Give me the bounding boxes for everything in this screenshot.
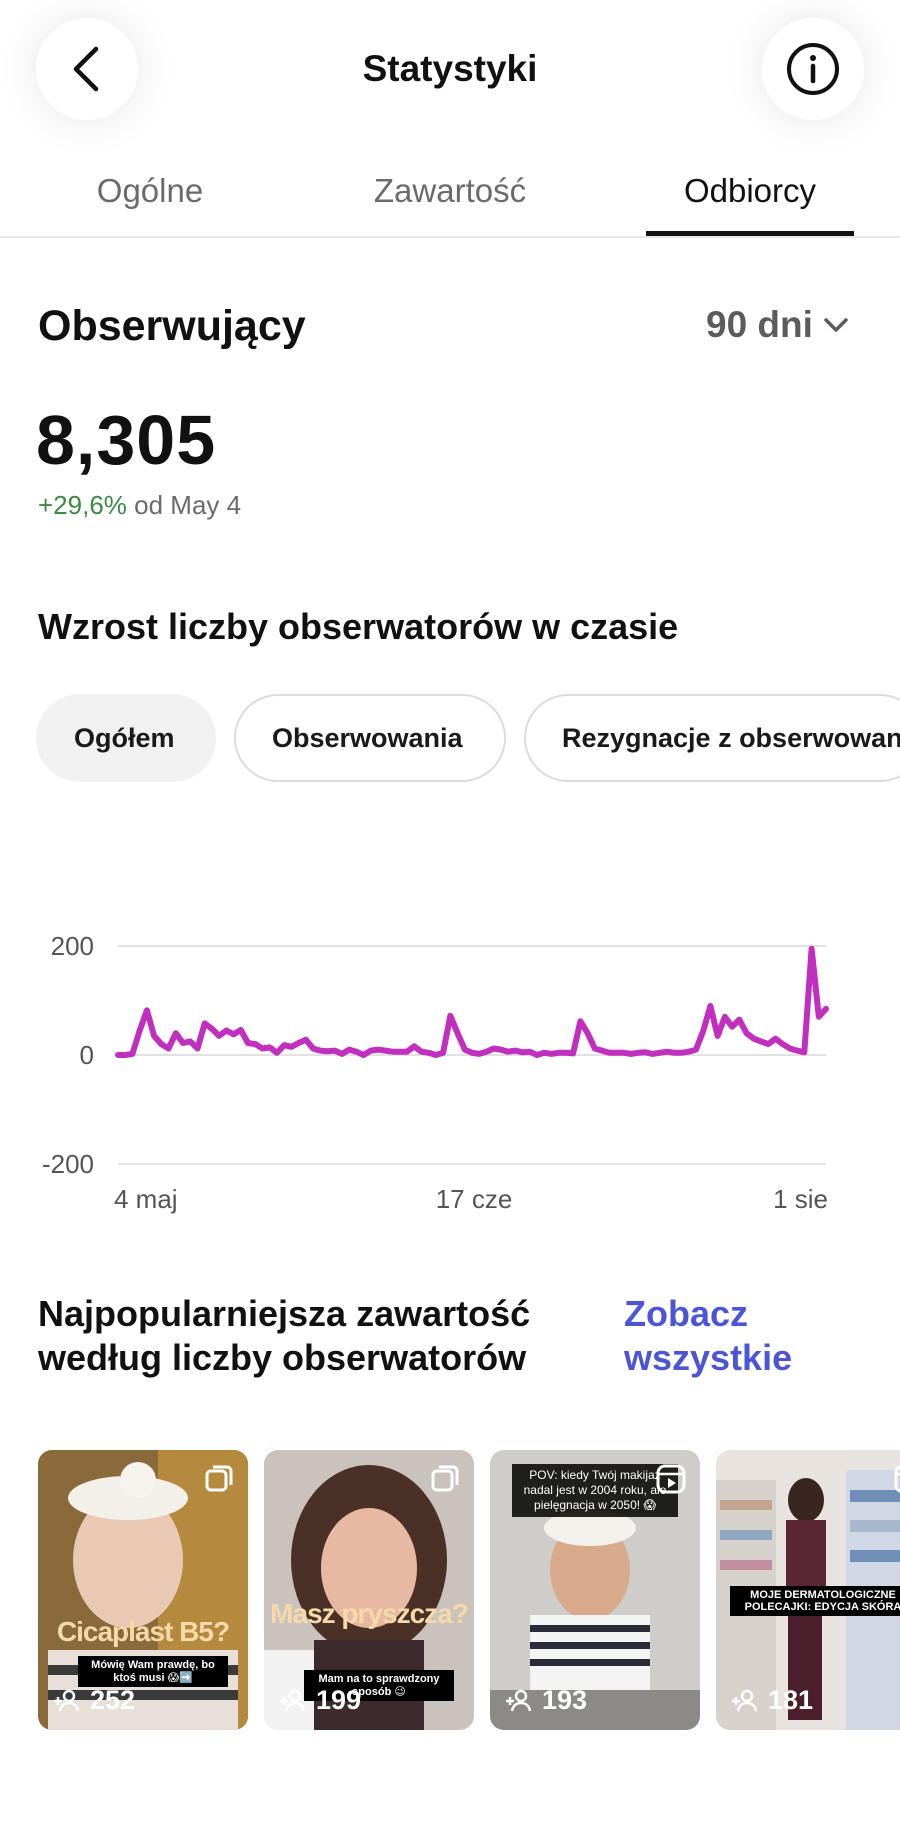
header: Statystyki	[0, 0, 900, 140]
tab-audience[interactable]: Odbiorcy	[630, 172, 870, 210]
filter-chips: Ogółem Obserwowania Rezygnacje z obserwo…	[36, 694, 900, 784]
top-content-list: Cicaplast B5? Mówię Wam prawdę, bo ktoś …	[38, 1450, 900, 1732]
x-tick-label: 1 sie	[773, 1184, 828, 1214]
followers-delta: +29,6% od May 4	[38, 490, 241, 521]
delta-since: od May 4	[134, 490, 242, 520]
follower-count: 181	[730, 1685, 813, 1716]
follower-count-value: 199	[316, 1685, 362, 1715]
y-tick-label: -200	[42, 1149, 94, 1179]
thumbnail-caption: MOJE DERMATOLOGICZNE POLECAJKI: EDYCJA S…	[730, 1586, 900, 1616]
follower-count: 193	[504, 1685, 587, 1716]
range-dropdown[interactable]: 90 dni	[706, 304, 849, 346]
followers-count: 8,305	[36, 401, 217, 479]
thumbnail-caption: POV: kiedy Twój makijaż nadal jest w 200…	[512, 1464, 678, 1517]
tab-content[interactable]: Zawartość	[330, 172, 570, 210]
x-tick-label: 4 maj	[114, 1184, 178, 1214]
chip-follows[interactable]: Obserwowania	[234, 694, 506, 782]
delta-percent: +29,6%	[38, 490, 127, 520]
content-thumbnail[interactable]: Cicaplast B5? Mówię Wam prawdę, bo ktoś …	[38, 1450, 248, 1730]
follower-count: 252	[52, 1685, 135, 1716]
thumbnail-caption: Mówię Wam prawdę, bo ktoś musi 😱➡️	[78, 1656, 228, 1687]
content-thumbnail[interactable]: Masz pryszcza? Mam na to sprawdzony spos…	[264, 1450, 474, 1730]
x-tick-label: 17 cze	[436, 1184, 513, 1214]
top-content-title: Najpopularniejsza zawartość według liczb…	[38, 1293, 531, 1378]
follower-count-value: 193	[542, 1685, 588, 1715]
growth-title: Wzrost liczby obserwatorów w czasie	[38, 606, 679, 647]
series-line	[115, 945, 829, 1058]
y-tick-label: 200	[51, 931, 94, 961]
carousel-icon	[205, 1465, 233, 1492]
see-all-link[interactable]: Zobacz wszystkie	[624, 1292, 844, 1380]
chevron-down-icon	[824, 318, 848, 332]
follower-count-value: 181	[768, 1685, 814, 1715]
followers-title: Obserwujący	[38, 302, 306, 350]
add-user-icon	[506, 1689, 532, 1711]
tab-general[interactable]: Ogólne	[30, 172, 270, 210]
follower-count: 199	[278, 1685, 361, 1716]
add-user-icon	[280, 1689, 306, 1711]
growth-chart: 200 0 -200 4 maj 17 cze 1 sie	[42, 931, 829, 1214]
content-thumbnail[interactable]: MOJE DERMATOLOGICZNE POLECAJKI: EDYCJA S…	[716, 1450, 900, 1730]
range-label: 90 dni	[706, 304, 813, 345]
info-button[interactable]	[762, 18, 864, 120]
add-user-icon	[732, 1689, 758, 1711]
chip-overall[interactable]: Ogółem	[36, 694, 216, 782]
reel-icon	[656, 1464, 686, 1494]
chip-unfollows[interactable]: Rezygnacje z obserwowania	[524, 694, 900, 782]
tab-bar: Ogólne Zawartość Odbiorcy	[0, 150, 900, 238]
add-user-icon	[54, 1689, 80, 1711]
active-tab-indicator	[646, 231, 854, 236]
content-thumbnail[interactable]: POV: kiedy Twój makijaż nadal jest w 200…	[490, 1450, 700, 1730]
carousel-icon	[431, 1465, 459, 1492]
thumbnail-overlay-text: Cicaplast B5?	[56, 1616, 230, 1647]
info-icon	[787, 43, 839, 95]
y-tick-label: 0	[80, 1040, 94, 1070]
reel-icon	[894, 1465, 900, 1493]
thumbnail-overlay-text: Masz pryszcza?	[270, 1598, 469, 1629]
follower-count-value: 252	[90, 1685, 136, 1715]
